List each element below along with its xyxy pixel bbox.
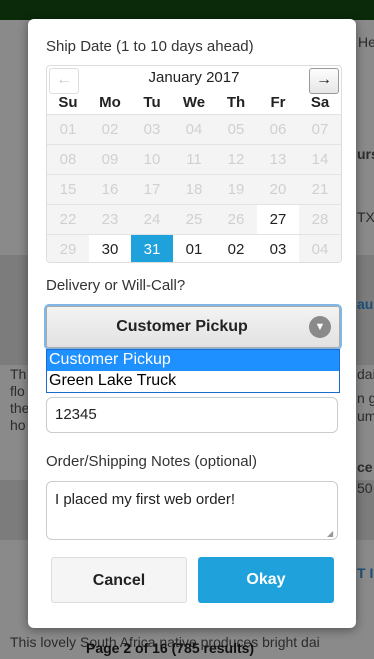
cancel-button[interactable]: Cancel: [51, 557, 187, 603]
weekday-label: Th: [226, 94, 246, 111]
calendar-day: 10: [131, 145, 173, 174]
calendar-day: 22: [47, 205, 89, 234]
calendar-day: 19: [215, 175, 257, 204]
background-text: dai: [357, 366, 374, 382]
calendar-day: 03: [131, 115, 173, 144]
date-picker-calendar: ← January 2017 → Su Mo Tu We Th Fr Sa 01…: [46, 65, 342, 263]
okay-button[interactable]: Okay: [198, 557, 334, 603]
calendar-day: 08: [47, 145, 89, 174]
calendar-week-row: 08 09 10 11 12 13 14: [47, 144, 341, 174]
calendar-day: 12: [215, 145, 257, 174]
delivery-options-list: Customer Pickup Green Lake Truck: [46, 349, 340, 393]
next-month-button[interactable]: →: [309, 68, 339, 94]
background-header-bar: [0, 0, 374, 20]
notes-label: Order/Shipping Notes (optional): [46, 453, 257, 470]
calendar-day: 02: [89, 115, 131, 144]
weekday-label: Tu: [143, 94, 161, 111]
calendar-day: 18: [173, 175, 215, 204]
calendar-day: 13: [257, 145, 299, 174]
background-text: ce: [357, 459, 373, 475]
calendar-day: 07: [299, 115, 341, 144]
calendar-day: 16: [89, 175, 131, 204]
calendar-day: 14: [299, 145, 341, 174]
weekday-label: Mo: [99, 94, 121, 111]
calendar-day: 15: [47, 175, 89, 204]
calendar-day[interactable]: 03: [257, 235, 299, 262]
ship-date-label: Ship Date (1 to 10 days ahead): [46, 38, 254, 55]
weekday-label: Su: [58, 94, 78, 111]
calendar-day: 29: [47, 235, 89, 262]
background-link: au: [357, 296, 374, 312]
background-text: Th: [10, 366, 27, 382]
background-text: n g: [357, 390, 374, 406]
background-text: He: [358, 34, 374, 50]
calendar-day: 21: [299, 175, 341, 204]
zip-code-input[interactable]: 12345: [46, 397, 338, 433]
delivery-label: Delivery or Will-Call?: [46, 277, 186, 294]
background-text: TX: [357, 209, 374, 225]
calendar-week-row: 22 23 24 25 26 27 28: [47, 204, 341, 234]
delivery-select[interactable]: Customer Pickup ▼: [46, 306, 340, 348]
pagination-label: Page 2 of 16 (785 results): [86, 640, 255, 656]
weekday-label: We: [182, 94, 206, 111]
calendar-weekdays: Su Mo Tu We Th Fr Sa: [47, 94, 341, 112]
calendar-header: ← January 2017 →: [47, 66, 341, 94]
ship-date-dialog: Ship Date (1 to 10 days ahead) ← January…: [28, 19, 356, 628]
background-text: the: [10, 400, 30, 416]
delivery-option-green-lake-truck[interactable]: Green Lake Truck: [47, 371, 339, 392]
calendar-day[interactable]: 30: [89, 235, 131, 262]
calendar-day: 17: [131, 175, 173, 204]
shipping-notes-textarea[interactable]: I placed my first web order! ◢: [46, 481, 338, 540]
calendar-day[interactable]: 01: [173, 235, 215, 262]
calendar-day: 05: [215, 115, 257, 144]
background-text: um: [357, 408, 374, 424]
calendar-week-row: 01 02 03 04 05 06 07: [47, 114, 341, 144]
background-text: 50: [357, 480, 373, 496]
calendar-day: 04: [173, 115, 215, 144]
delivery-option-customer-pickup[interactable]: Customer Pickup: [47, 350, 339, 371]
calendar-day: 11: [173, 145, 215, 174]
shipping-notes-text: I placed my first web order!: [55, 491, 236, 508]
calendar-day: 09: [89, 145, 131, 174]
calendar-week-row: 15 16 17 18 19 20 21: [47, 174, 341, 204]
background-text: flo: [10, 383, 25, 399]
calendar-day: 01: [47, 115, 89, 144]
background-link: T I: [357, 565, 374, 581]
background-text: urs: [357, 146, 374, 162]
weekday-label: Sa: [310, 94, 330, 111]
calendar-day[interactable]: 02: [215, 235, 257, 262]
calendar-day[interactable]: 27: [257, 205, 299, 234]
weekday-label: Fr: [270, 94, 286, 111]
calendar-day: 20: [257, 175, 299, 204]
calendar-month-title: January 2017: [148, 69, 240, 86]
calendar-day: 28: [299, 205, 341, 234]
calendar-day: 26: [215, 205, 257, 234]
delivery-select-value: Customer Pickup: [116, 318, 248, 335]
background-text: ho: [10, 417, 26, 433]
chevron-down-icon: ▼: [309, 316, 331, 338]
calendar-day: 23: [89, 205, 131, 234]
resize-handle-icon[interactable]: ◢: [327, 529, 335, 538]
calendar-day: 06: [257, 115, 299, 144]
calendar-day: 24: [131, 205, 173, 234]
calendar-day-grid: 01 02 03 04 05 06 07 08 09 10 11 12 13 14 15 16 17 18 19 20…: [47, 114, 341, 262]
calendar-day: 25: [173, 205, 215, 234]
calendar-day-selected[interactable]: 31: [131, 235, 173, 262]
calendar-day: 04: [299, 235, 341, 262]
calendar-week-row: 29 30 31 01 02 03 04: [47, 234, 341, 262]
